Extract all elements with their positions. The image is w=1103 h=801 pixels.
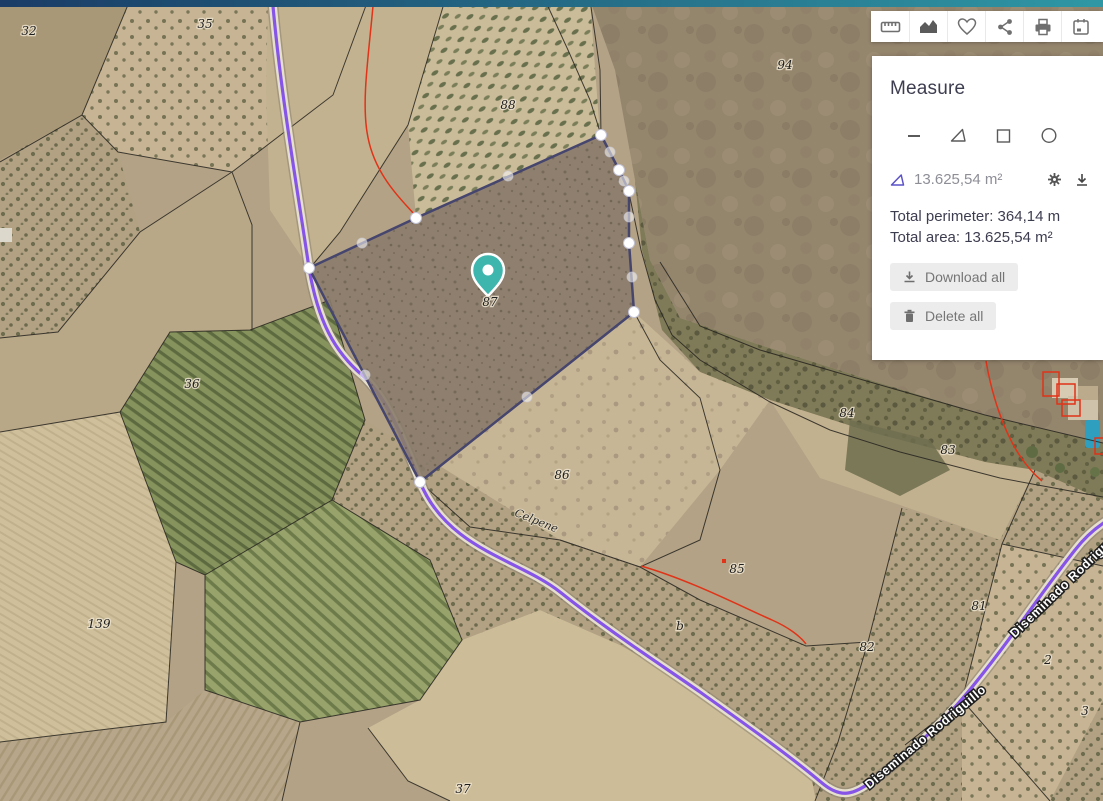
share-icon: [995, 17, 1015, 37]
measurement-midpoint-handle[interactable]: [627, 272, 637, 282]
measure-polygon-tool[interactable]: [948, 125, 969, 146]
parcel-number-label: 139: [88, 617, 111, 631]
calendar-tool-button[interactable]: [1061, 11, 1099, 42]
measurement-vertex-handle[interactable]: [624, 238, 635, 249]
parcel-number-label: 32: [21, 24, 36, 38]
measure-panel-title: Measure: [890, 78, 1091, 100]
line-tool-icon: [906, 127, 922, 144]
delete-all-label: Delete all: [925, 308, 983, 324]
measurement-totals: Total perimeter: 364,14 m Total area: 13…: [890, 206, 1091, 248]
download-icon: [1075, 172, 1089, 187]
measurement-vertex-handle[interactable]: [304, 263, 315, 274]
measurement-vertex-handle[interactable]: [411, 213, 422, 224]
gear-icon: [1047, 172, 1062, 187]
favorite-tool-button[interactable]: [947, 11, 985, 42]
panel-actions: Download all Delete all: [890, 263, 1091, 330]
parcel-number-label: 36: [184, 377, 200, 391]
parcel-number-label: 94: [777, 58, 792, 72]
print-tool-button[interactable]: [1023, 11, 1061, 42]
pin-parcel-label: 87: [482, 295, 498, 309]
download-all-icon: [903, 270, 916, 284]
calendar-icon: [1071, 17, 1091, 37]
download-all-label: Download all: [925, 269, 1005, 285]
measurement-midpoint-handle[interactable]: [605, 147, 615, 157]
ruler-tool-button[interactable]: [871, 11, 909, 42]
polygon-tool-icon: [950, 127, 967, 144]
measurement-download-button[interactable]: [1073, 170, 1091, 189]
rectangle-tool-icon: [995, 127, 1012, 144]
measure-line-tool[interactable]: [904, 125, 924, 146]
page-top-bar: [0, 0, 1103, 7]
total-perimeter-text: Total perimeter: 364,14 m: [890, 206, 1091, 227]
circle-tool-icon: [1040, 126, 1058, 144]
map-toolbar: [871, 11, 1103, 42]
parcel-number-label: 86: [554, 468, 570, 482]
polygon-measurement-icon: [890, 173, 905, 187]
area-chart-tool-button[interactable]: [909, 11, 947, 42]
measurement-vertex-handle[interactable]: [614, 165, 625, 176]
measurement-vertex-handle[interactable]: [629, 307, 640, 318]
parcel-number-label: 3: [1081, 704, 1089, 718]
area-chart-icon: [918, 17, 939, 37]
parcel-number-label: 83: [940, 443, 956, 457]
download-all-button[interactable]: Download all: [890, 263, 1018, 291]
measurement-midpoint-handle[interactable]: [522, 392, 532, 402]
measure-rectangle-tool[interactable]: [993, 125, 1014, 146]
parcel-number-label: 88: [500, 98, 516, 112]
parcel-number-label: b: [676, 619, 684, 633]
parcel-number-label: 37: [455, 782, 471, 796]
total-area-text: Total area: 13.625,54 m²: [890, 227, 1091, 248]
parcel-number-label: 35: [197, 17, 212, 31]
measurement-row: 13.625,54 m²: [890, 170, 1091, 189]
share-tool-button[interactable]: [985, 11, 1023, 42]
measure-panel: Measure: [872, 56, 1103, 360]
pin-hole: [483, 265, 494, 276]
ruler-icon: [880, 17, 901, 37]
measurement-midpoint-handle[interactable]: [357, 238, 367, 248]
measurement-midpoint-handle[interactable]: [619, 176, 629, 186]
measurement-midpoint-handle[interactable]: [360, 370, 370, 380]
parcel-number-label: 85: [729, 562, 744, 576]
parcel-number-label: 2: [1043, 653, 1052, 667]
parcel-number-label: 84: [839, 406, 854, 420]
measurement-midpoint-handle[interactable]: [624, 212, 634, 222]
measurement-settings-button[interactable]: [1045, 170, 1064, 189]
delete-all-button[interactable]: Delete all: [890, 302, 996, 330]
measurement-vertex-handle[interactable]: [596, 130, 607, 141]
print-icon: [1033, 17, 1053, 37]
heart-icon: [957, 17, 977, 37]
measurement-vertex-handle[interactable]: [624, 186, 635, 197]
trash-icon: [903, 309, 916, 323]
measure-circle-tool[interactable]: [1038, 124, 1060, 146]
measurement-midpoint-handle[interactable]: [503, 171, 513, 181]
measurement-value: 13.625,54 m²: [914, 171, 1036, 188]
cadastral-map-app: 32358894368483868581821392337b Celpene D…: [0, 0, 1103, 801]
measure-tools-row: [904, 124, 1091, 146]
measurement-vertex-handle[interactable]: [415, 477, 426, 488]
parcel-number-label: 81: [971, 599, 986, 613]
parcel-number-label: 82: [859, 640, 874, 654]
